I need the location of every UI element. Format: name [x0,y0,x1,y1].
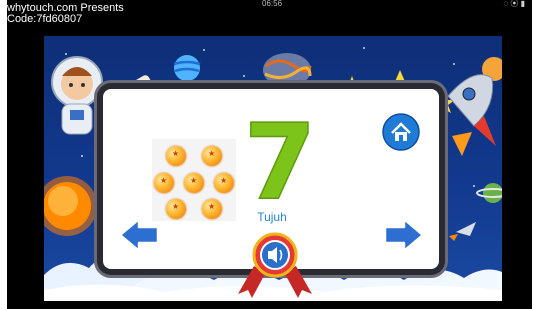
dragon-ball [202,199,222,219]
letterbox-bottom [7,301,532,309]
arrow-left-icon [118,217,160,253]
status-time: 06:56 [262,0,283,8]
watermark: whytouch.com Presents Code:7fd60807 [7,3,124,25]
number-word: Tujuh [257,210,287,224]
blue-planet [173,55,201,81]
letterbox-left [7,36,44,301]
dragon-ball [202,146,222,166]
small-rocket [449,222,476,241]
number-display: 7 [243,110,317,210]
sound-button[interactable] [232,232,318,300]
dragon-ball [154,173,174,193]
dragon-ball [214,173,234,193]
counting-card [152,139,236,221]
home-button[interactable] [382,113,420,151]
green-planet [476,183,502,203]
sun [44,176,97,236]
number-glyph: 7 [244,110,316,210]
arrow-right-icon [383,217,425,253]
marbled-planet [263,53,312,87]
rocket [447,74,496,156]
prev-button[interactable] [117,216,161,254]
dragon-ball [166,146,186,166]
dragon-ball [166,199,186,219]
next-button[interactable] [382,216,426,254]
watermark-line-2: Code:7fd60807 [7,13,83,25]
status-icons: ◌ ⦿ ▮ [503,0,525,8]
dragon-ball [184,173,204,193]
letterbox-right [502,36,532,301]
